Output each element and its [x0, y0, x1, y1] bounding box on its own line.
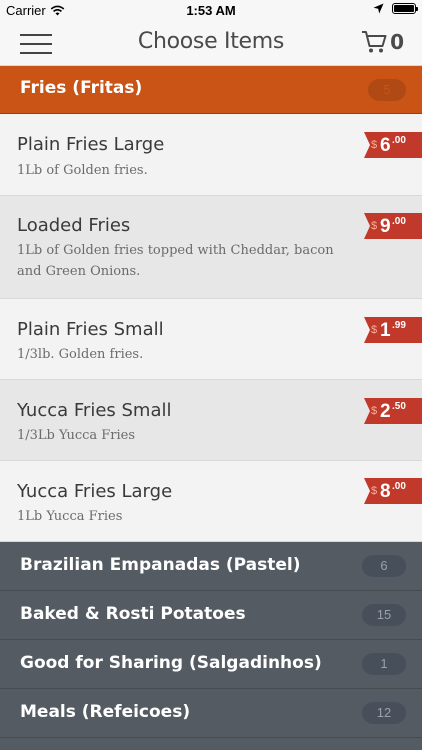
- category-count-badge: 15: [362, 604, 406, 626]
- price-dollars: 8: [380, 481, 391, 502]
- menu-item[interactable]: Loaded Fries 1Lb of Golden fries topped …: [0, 196, 422, 299]
- category-count-badge: 12: [362, 702, 406, 724]
- price-tag: $ 2 .50: [364, 398, 422, 424]
- item-description: 1Lb Yucca Fries: [17, 509, 123, 524]
- category-row[interactable]: Baked & Rosti Potatoes 15: [0, 591, 422, 640]
- cart-icon: [362, 31, 387, 53]
- category-row[interactable]: Meals (Refeicoes) 12: [0, 689, 422, 738]
- price-currency: $: [371, 220, 378, 232]
- menu-item-list: Plain Fries Large 1Lb of Golden fries. $…: [0, 114, 422, 542]
- cart-button[interactable]: 0: [361, 30, 404, 54]
- category-name: Fries (Fritas): [20, 78, 143, 98]
- price-cents: .50: [392, 401, 406, 412]
- price-currency: $: [371, 405, 378, 417]
- price-tag: $ 8 .00: [364, 478, 422, 504]
- category-name: Good for Sharing (Salgadinhos): [20, 653, 322, 673]
- price-cents: .00: [392, 216, 406, 227]
- price-tag: $ 9 .00: [364, 213, 422, 239]
- category-list: Brazilian Empanadas (Pastel) 6 Baked & R…: [0, 542, 422, 750]
- category-name: Meals (Refeicoes): [20, 702, 191, 722]
- price-cents: .99: [392, 320, 406, 331]
- menu-item[interactable]: Plain Fries Large 1Lb of Golden fries. $…: [0, 114, 422, 196]
- location-arrow-icon: [373, 3, 384, 14]
- menu-item[interactable]: Plain Fries Small 1/3lb. Golden fries. $…: [0, 299, 422, 380]
- price-cents: .00: [392, 481, 406, 492]
- item-description: 1/3Lb Yucca Fries: [17, 428, 136, 443]
- price-currency: $: [371, 139, 378, 151]
- category-count-badge: 5: [368, 79, 406, 101]
- battery-icon: [392, 3, 418, 14]
- page-title: Choose Items: [137, 29, 285, 54]
- menu-item[interactable]: Yucca Fries Large 1Lb Yucca Fries $ 8 .0…: [0, 461, 422, 542]
- price-currency: $: [371, 324, 378, 336]
- price-tag: $ 6 .00: [364, 132, 422, 158]
- price-dollars: 2: [380, 401, 391, 422]
- item-name: Yucca Fries Large: [17, 481, 173, 502]
- category-name: Baked & Rosti Potatoes: [20, 604, 246, 624]
- cart-count: 0: [390, 30, 404, 54]
- price-dollars: 9: [380, 216, 391, 237]
- item-name: Loaded Fries: [17, 215, 131, 236]
- item-description: 1/3lb. Golden fries.: [17, 347, 144, 362]
- item-description: 1Lb of Golden fries topped with Cheddar,…: [17, 243, 334, 279]
- menu-item[interactable]: Yucca Fries Small 1/3Lb Yucca Fries $ 2 …: [0, 380, 422, 461]
- item-name: Yucca Fries Small: [17, 400, 172, 421]
- category-name: Brazilian Empanadas (Pastel): [20, 555, 301, 575]
- nav-bar: Choose Items 0: [0, 22, 422, 66]
- category-header-active[interactable]: Fries (Fritas) 5: [0, 66, 422, 114]
- price-tag: $ 1 .99: [364, 317, 422, 343]
- category-count-badge: 6: [362, 555, 406, 577]
- category-count-badge: 1: [362, 653, 406, 675]
- item-description: 1Lb of Golden fries.: [17, 163, 148, 178]
- item-name: Plain Fries Large: [17, 134, 165, 155]
- item-name: Plain Fries Small: [17, 319, 164, 340]
- status-right: [373, 3, 418, 14]
- category-row[interactable]: Good for Sharing (Salgadinhos) 1: [0, 640, 422, 689]
- status-time: 1:53 AM: [186, 3, 236, 18]
- price-dollars: 6: [380, 135, 391, 156]
- price-cents: .00: [392, 135, 406, 146]
- status-bar: Carrier 1:53 AM: [0, 0, 422, 22]
- price-dollars: 1: [380, 320, 391, 341]
- category-row[interactable]: Brazilian Empanadas (Pastel) 6: [0, 542, 422, 591]
- price-currency: $: [371, 485, 378, 497]
